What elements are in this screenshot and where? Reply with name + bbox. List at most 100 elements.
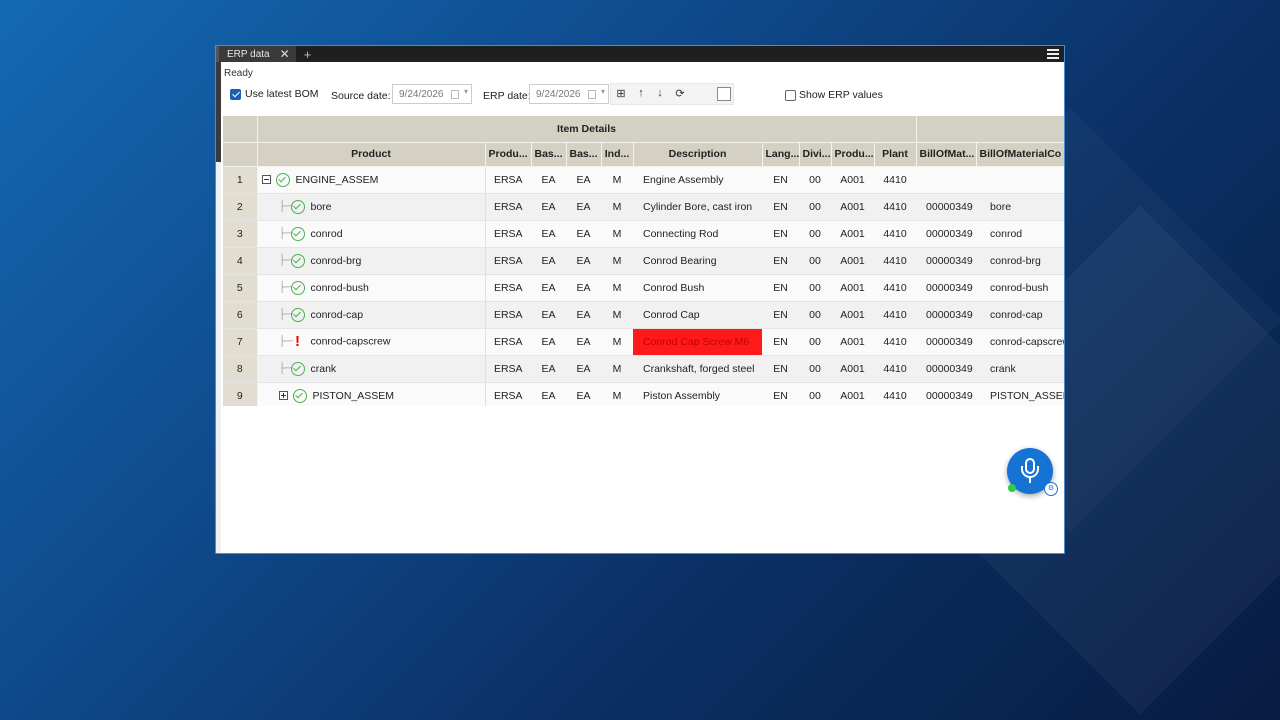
table-row[interactable]: 5 ├─ conrod-bush ERSA EA EA M Conrod Bush EN 00 A0… — [223, 274, 1064, 302]
division-cell[interactable]: 00 — [799, 193, 831, 221]
arrow-up-icon[interactable]: ↑ — [634, 87, 648, 99]
table-row[interactable]: 6 ├─ conrod-cap ERSA EA EA M Conrod Cap EN 00 A001… — [223, 301, 1064, 329]
table-row[interactable]: 4 ├─ conrod-brg ERSA EA EA M Conrod Bearing EN 00… — [223, 247, 1064, 275]
bill-of-material-cell[interactable] — [916, 166, 977, 194]
bill-of-material-cell[interactable]: 00000349 — [916, 328, 977, 356]
product-type-cell[interactable]: ERSA — [485, 247, 531, 275]
division-cell[interactable]: 00 — [799, 355, 831, 383]
product-type-cell[interactable]: ERSA — [485, 355, 531, 383]
plant-cell[interactable]: 4410 — [874, 166, 917, 194]
language-cell[interactable]: EN — [762, 193, 799, 221]
column-header-product[interactable]: Product — [257, 142, 486, 167]
column-header-description[interactable]: Description — [633, 142, 763, 167]
row-number-cell[interactable]: 5 — [223, 274, 258, 302]
product-group-cell[interactable]: A001 — [831, 382, 874, 406]
base-unit-cell[interactable]: EA — [531, 193, 566, 221]
column-header-indicator[interactable]: Ind... — [601, 142, 634, 167]
bill-of-material-component-cell[interactable]: bore — [976, 193, 1064, 221]
base-unit-2-cell[interactable]: EA — [566, 382, 601, 406]
row-number-cell[interactable]: 7 — [223, 328, 258, 356]
plant-cell[interactable]: 4410 — [874, 355, 917, 383]
table-row[interactable]: 2 ├─ bore ERSA EA EA M Cylinder Bore, cast iron… — [223, 193, 1064, 221]
expand-icon[interactable] — [278, 391, 288, 400]
base-unit-cell[interactable]: EA — [531, 301, 566, 329]
product-cell[interactable]: ├─! conrod-capscrew — [257, 328, 486, 356]
product-cell[interactable]: ENGINE_ASSEM — [257, 166, 486, 194]
row-number-cell[interactable]: 6 — [223, 301, 258, 329]
column-header-product-type[interactable]: Produ... — [485, 142, 532, 167]
table-row[interactable]: 7 ├─! conrod-capscrew ERSA EA EA M Conrod Cap S… — [223, 328, 1064, 356]
use-latest-bom-checkbox[interactable] — [230, 89, 241, 100]
plant-cell[interactable]: 4410 — [874, 247, 917, 275]
bill-of-material-component-cell[interactable]: crank — [976, 355, 1064, 383]
row-number-cell[interactable]: 4 — [223, 247, 258, 275]
base-unit-cell[interactable]: EA — [531, 328, 566, 356]
indicator-cell[interactable]: M — [601, 166, 633, 194]
row-number-cell[interactable]: 2 — [223, 193, 258, 221]
square-toggle[interactable] — [717, 87, 731, 101]
base-unit-2-cell[interactable]: EA — [566, 301, 601, 329]
arrow-down-icon[interactable]: ↓ — [653, 87, 667, 99]
column-header-plant[interactable]: Plant — [874, 142, 917, 167]
row-number-cell[interactable]: 1 — [223, 166, 258, 194]
language-cell[interactable]: EN — [762, 355, 799, 383]
language-cell[interactable]: EN — [762, 301, 799, 329]
description-cell[interactable]: Conrod Cap — [633, 301, 762, 329]
base-unit-cell[interactable]: EA — [531, 355, 566, 383]
product-group-cell[interactable]: A001 — [831, 274, 874, 302]
base-unit-cell[interactable]: EA — [531, 166, 566, 194]
product-cell[interactable]: ├─ crank — [257, 355, 486, 383]
division-cell[interactable]: 00 — [799, 274, 831, 302]
row-number-cell[interactable]: 9 — [223, 382, 258, 406]
bill-of-material-cell[interactable]: 00000349 — [916, 301, 977, 329]
close-icon[interactable]: ✕ — [280, 47, 290, 61]
plant-cell[interactable]: 4410 — [874, 220, 917, 248]
division-cell[interactable]: 00 — [799, 382, 831, 406]
grid-icon[interactable]: ⊞ — [614, 87, 628, 100]
hamburger-menu-icon[interactable] — [1047, 47, 1059, 59]
division-cell[interactable]: 00 — [799, 247, 831, 275]
table-row[interactable]: 1 ENGINE_ASSEM ERSA EA EA M Engine Assembly EN 0… — [223, 166, 1064, 194]
language-cell[interactable]: EN — [762, 328, 799, 356]
column-header-base-unit-2[interactable]: Bas... — [566, 142, 602, 167]
base-unit-2-cell[interactable]: EA — [566, 166, 601, 194]
chevron-down-icon[interactable]: ▾ — [464, 87, 468, 96]
description-cell[interactable]: Piston Assembly — [633, 382, 762, 406]
indicator-cell[interactable]: M — [601, 220, 633, 248]
base-unit-2-cell[interactable]: EA — [566, 274, 601, 302]
indicator-cell[interactable]: M — [601, 193, 633, 221]
column-header-division[interactable]: Divi... — [799, 142, 832, 167]
column-header-bill-of-material-component[interactable]: BillOfMaterialCo — [976, 142, 1064, 167]
indicator-cell[interactable]: M — [601, 247, 633, 275]
base-unit-cell[interactable]: EA — [531, 274, 566, 302]
language-cell[interactable]: EN — [762, 382, 799, 406]
add-tab-icon[interactable]: + — [304, 47, 312, 62]
product-cell[interactable]: ├─ conrod-bush — [257, 274, 486, 302]
product-cell[interactable]: ├─ conrod-brg — [257, 247, 486, 275]
description-cell[interactable]: Cylinder Bore, cast iron — [633, 193, 762, 221]
product-type-cell[interactable]: ERSA — [485, 274, 531, 302]
indicator-cell[interactable]: M — [601, 382, 633, 406]
description-cell[interactable]: Crankshaft, forged steel — [633, 355, 762, 383]
bill-of-material-cell[interactable]: 00000349 — [916, 193, 977, 221]
product-type-cell[interactable]: ERSA — [485, 301, 531, 329]
product-type-cell[interactable]: ERSA — [485, 382, 531, 406]
column-header-product-group[interactable]: Produ... — [831, 142, 875, 167]
table-row[interactable]: 9 PISTON_ASSEM ERSA EA EA M Piston Assembly EN 0… — [223, 382, 1064, 406]
language-cell[interactable]: EN — [762, 274, 799, 302]
base-unit-cell[interactable]: EA — [531, 247, 566, 275]
product-type-cell[interactable]: ERSA — [485, 166, 531, 194]
column-header-base-unit[interactable]: Bas... — [531, 142, 567, 167]
bill-of-material-component-cell[interactable] — [976, 166, 1064, 194]
product-type-cell[interactable]: ERSA — [485, 328, 531, 356]
calendar-icon[interactable] — [588, 90, 596, 99]
language-cell[interactable]: EN — [762, 166, 799, 194]
source-date-input[interactable]: 9/24/2026 ▾ — [392, 84, 472, 104]
bill-of-material-component-cell[interactable]: conrod-bush — [976, 274, 1064, 302]
bill-of-material-cell[interactable]: 00000349 — [916, 382, 977, 406]
product-cell[interactable]: ├─ bore — [257, 193, 486, 221]
bill-of-material-component-cell[interactable]: conrod-brg — [976, 247, 1064, 275]
product-cell[interactable]: ├─ conrod-cap — [257, 301, 486, 329]
bill-of-material-component-cell[interactable]: conrod-cap — [976, 301, 1064, 329]
description-cell[interactable]: Conrod Bush — [633, 274, 762, 302]
